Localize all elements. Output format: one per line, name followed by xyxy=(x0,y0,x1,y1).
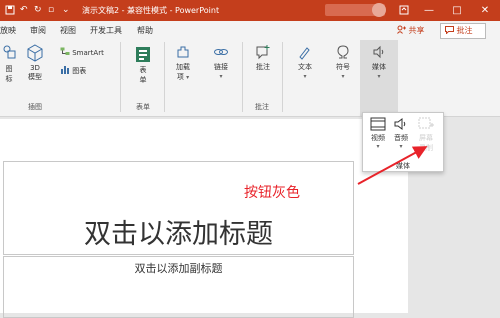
comments-group-label: 批注 xyxy=(255,103,269,111)
audio-icon xyxy=(394,118,406,130)
3d-model-label-1: 3D xyxy=(30,64,40,72)
illustrations-group-label: 插图 xyxy=(28,103,42,111)
text-label: 文本 xyxy=(298,63,312,71)
screen-recording-button: 屏幕 录制 xyxy=(415,117,437,153)
customize-qat-icon[interactable]: ⌄ xyxy=(62,0,70,21)
symbols-button[interactable]: 符号 ▾ xyxy=(332,44,354,80)
icons-button[interactable]: 图 标 xyxy=(2,44,16,84)
group-divider xyxy=(120,42,121,112)
media-dropdown-caret: ▾ xyxy=(377,73,381,80)
media-button-content: 媒体 ▾ xyxy=(369,44,389,80)
links-label: 链接 xyxy=(214,63,228,71)
tab-view[interactable]: 视图 xyxy=(60,21,76,40)
smartart-icon xyxy=(60,47,70,55)
symbols-label: 符号 xyxy=(336,63,350,71)
links-button[interactable]: 链接 ▾ xyxy=(210,44,232,80)
forms-label-1: 表 xyxy=(139,66,147,74)
links-dropdown-caret: ▾ xyxy=(219,73,223,80)
audio-button[interactable]: 音频 ▾ xyxy=(391,117,411,150)
share-button[interactable]: 共享 xyxy=(397,24,425,37)
icons-label-1: 图 xyxy=(5,65,13,73)
start-from-beginning-icon[interactable]: ▫ xyxy=(48,0,54,21)
window-title: 演示文稿2 - 兼容性模式 - PowerPoint xyxy=(82,6,220,15)
addins-label-1: 加载 xyxy=(176,63,190,71)
media-group-label: 媒体 xyxy=(396,162,410,170)
icons-icon xyxy=(3,45,16,59)
screen-recording-icon xyxy=(418,117,434,129)
ribbon-tabs: 放映 审阅 视图 开发工具 帮助 共享 批注 xyxy=(0,21,500,40)
smartart-label: SmartArt xyxy=(72,49,104,57)
tab-help[interactable]: 帮助 xyxy=(137,21,153,40)
share-label: 共享 xyxy=(408,26,425,35)
close-button[interactable]: ✕ xyxy=(474,0,496,21)
screen-recording-label-2: 录制 xyxy=(419,144,433,152)
comment-icon xyxy=(445,26,454,35)
title-bar: ↶ ↻ ▫ ⌄ 演示文稿2 - 兼容性模式 - PowerPoint — □ ✕ xyxy=(0,0,500,21)
video-icon xyxy=(370,117,386,131)
chart-button[interactable]: 图表 xyxy=(60,65,86,76)
avatar[interactable] xyxy=(372,3,386,17)
group-divider xyxy=(164,42,165,112)
subtitle-placeholder-text: 双击以添加副标题 xyxy=(134,262,223,275)
tab-slideshow[interactable]: 放映 xyxy=(0,21,16,40)
audio-label: 音频 xyxy=(394,134,408,142)
comments-button[interactable]: 批注 xyxy=(440,23,486,39)
omega-icon xyxy=(337,45,349,59)
3d-cube-icon xyxy=(27,44,43,62)
audio-dropdown-caret: ▾ xyxy=(399,143,403,150)
chart-label: 图表 xyxy=(72,67,87,75)
forms-group-label: 表单 xyxy=(136,103,150,111)
chart-icon xyxy=(61,66,69,74)
group-divider xyxy=(242,42,243,112)
comment-label: 批注 xyxy=(256,63,270,71)
save-icon[interactable] xyxy=(5,0,15,21)
group-divider xyxy=(282,42,283,112)
restore-button[interactable]: □ xyxy=(446,0,468,21)
3d-models-button[interactable]: 3D 模型 xyxy=(26,44,44,82)
forms-button[interactable]: 表 单 xyxy=(134,46,152,85)
redo-icon[interactable]: ↻ xyxy=(34,0,42,21)
media-dropdown-panel: 视频 ▾ 音频 ▾ 屏幕 录制 媒体 xyxy=(362,112,444,172)
comments-label: 批注 xyxy=(456,26,473,35)
text-button[interactable]: 文本 ▾ xyxy=(294,44,316,80)
icons-label-2: 标 xyxy=(5,75,13,83)
minimize-button[interactable]: — xyxy=(418,0,440,21)
tab-review[interactable]: 审阅 xyxy=(30,21,46,40)
link-icon xyxy=(214,49,228,55)
subtitle-placeholder[interactable]: 双击以添加副标题 xyxy=(3,256,354,318)
annotation-text: 按钮灰色 xyxy=(244,185,300,201)
title-placeholder[interactable]: 双击以添加标题 xyxy=(3,161,354,255)
3d-model-label-2: 模型 xyxy=(28,73,42,81)
symbols-dropdown-caret: ▾ xyxy=(341,73,345,80)
media-label: 媒体 xyxy=(372,63,386,71)
ribbon: 图 标 3D 模型 SmartArt 图表 插图 表 单 表单 加载 项 ▾ 链… xyxy=(0,40,500,117)
media-button[interactable]: 媒体 ▾ xyxy=(360,40,398,116)
screen-recording-label-1: 屏幕 xyxy=(419,134,433,142)
text-dropdown-caret: ▾ xyxy=(303,73,307,80)
new-comment-icon xyxy=(256,45,270,60)
new-comment-button[interactable]: 批注 xyxy=(252,44,274,72)
forms-label-2: 单 xyxy=(139,76,147,84)
share-icon xyxy=(397,25,406,34)
addins-button[interactable]: 加载 项 ▾ xyxy=(172,44,194,82)
forms-icon xyxy=(136,47,150,62)
smartart-button[interactable]: SmartArt xyxy=(60,47,104,57)
text-icon xyxy=(299,47,310,60)
title-placeholder-text: 双击以添加标题 xyxy=(84,219,273,250)
video-dropdown-caret: ▾ xyxy=(376,143,380,150)
ribbon-display-options-icon[interactable] xyxy=(393,0,415,21)
addins-icon xyxy=(177,46,189,58)
video-label: 视频 xyxy=(371,134,385,142)
video-button[interactable]: 视频 ▾ xyxy=(368,117,388,150)
tab-developer[interactable]: 开发工具 xyxy=(90,21,122,40)
addins-label-2: 项 xyxy=(176,73,184,81)
addins-dropdown-caret: ▾ xyxy=(186,74,190,81)
speaker-icon xyxy=(373,45,384,59)
undo-icon[interactable]: ↶ xyxy=(20,0,28,21)
